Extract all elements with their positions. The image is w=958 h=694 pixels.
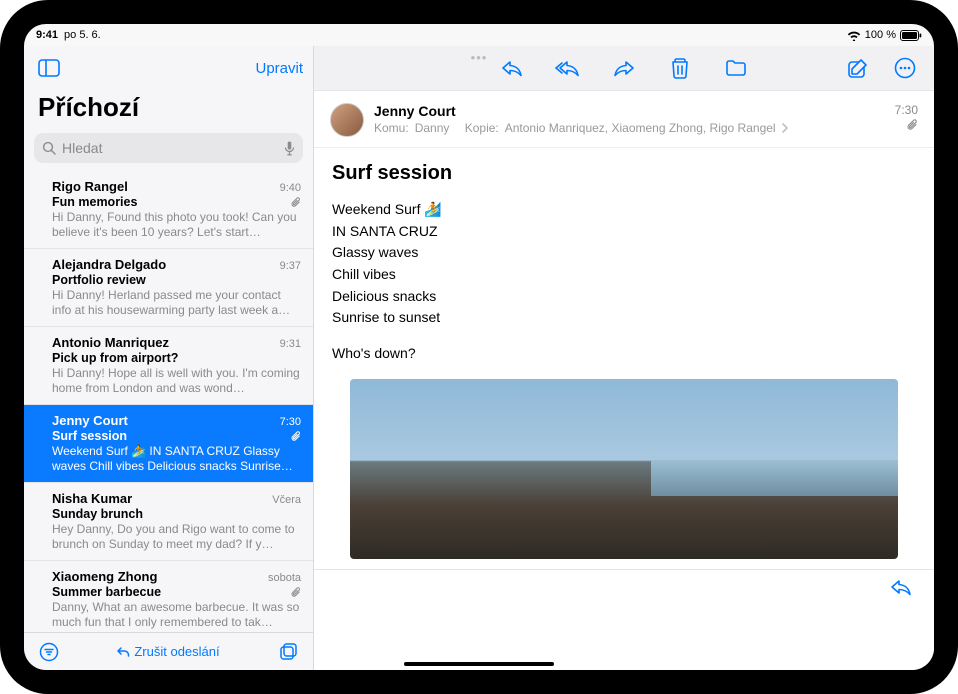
quick-reply-button[interactable] (886, 572, 916, 602)
status-time: 9:41 (36, 29, 58, 41)
edit-button[interactable]: Upravit (255, 60, 303, 77)
status-date: po 5. 6. (64, 29, 101, 41)
battery-icon (900, 30, 922, 41)
message-row[interactable]: Rigo Rangel 9:40 Fun memoriesHi Danny, Fou… (24, 171, 313, 249)
row-time: Včera (272, 494, 301, 506)
mail-app: Upravit Příchozí Rigo Rangel 9:40 Fun memo… (24, 46, 934, 670)
message-row[interactable]: Xiaomeng Zhong sobota Summer barbecueDanny… (24, 561, 313, 632)
row-time: 9:31 (280, 338, 301, 350)
row-subject: Surf session (52, 429, 127, 443)
search-field[interactable] (34, 133, 303, 163)
row-sender: Antonio Manriquez (52, 335, 169, 350)
row-subject: Portfolio review (52, 273, 146, 287)
row-time: sobota (268, 572, 301, 584)
cc-label: Kopie: (465, 121, 499, 135)
detail-toolbar (314, 46, 934, 90)
row-subject: Pick up from airport? (52, 351, 178, 365)
status-bar: 9:41 po 5. 6. 100 % (24, 24, 934, 46)
detail-time-area: 7:30 (895, 103, 918, 131)
row-sender: Alejandra Delgado (52, 257, 166, 272)
row-preview: Danny, What an awesome barbecue. It was … (52, 600, 301, 630)
delete-button[interactable] (665, 53, 695, 83)
to-label: Komu: (374, 121, 409, 135)
device-frame: 9:41 po 5. 6. 100 % ••• (0, 0, 958, 694)
cc-value[interactable]: Antonio Manriquez, Xiaomeng Zhong, Rigo … (505, 121, 776, 135)
sidebar-bottom-bar: Zrušit odeslání (24, 632, 313, 670)
row-sender: Jenny Court (52, 413, 128, 428)
attachment-image[interactable] (350, 379, 898, 559)
message-row[interactable]: Alejandra Delgado 9:37 Portfolio reviewHi … (24, 249, 313, 327)
home-indicator[interactable] (404, 662, 554, 666)
attachment-icon (291, 587, 301, 598)
row-preview: Hi Danny, Found this photo you took! Can… (52, 210, 301, 240)
detail-time: 7:30 (895, 103, 918, 117)
attachment-icon (291, 431, 301, 442)
detail-subject: Surf session (314, 148, 934, 193)
row-sender: Rigo Rangel (52, 179, 128, 194)
message-header[interactable]: Jenny Court Komu: Danny Kopie: Antonio M… (314, 91, 934, 148)
reply-button[interactable] (497, 53, 527, 83)
row-preview: Hi Danny! Hope all is well with you. I'm… (52, 366, 301, 396)
message-row[interactable]: Antonio Manriquez 9:31 Pick up from airpor… (24, 327, 313, 405)
row-subject: Fun memories (52, 195, 137, 209)
search-input[interactable] (62, 140, 278, 156)
dictation-icon[interactable] (284, 141, 295, 156)
chevron-right-icon[interactable] (782, 123, 789, 133)
row-preview: Weekend Surf 🏄 IN SANTA CRUZ Glassy wave… (52, 444, 301, 474)
undo-icon (117, 646, 130, 658)
to-value[interactable]: Danny (415, 121, 450, 135)
toggle-sidebar-button[interactable] (34, 53, 64, 83)
sidebar: Upravit Příchozí Rigo Rangel 9:40 Fun memo… (24, 46, 314, 670)
battery-percent: 100 % (865, 29, 896, 41)
undo-send-label: Zrušit odeslání (134, 644, 219, 659)
search-icon (42, 141, 56, 155)
body-block-2: Who's down? (332, 343, 916, 365)
row-sender: Nisha Kumar (52, 491, 132, 506)
detail-pane: Jenny Court Komu: Danny Kopie: Antonio M… (314, 46, 934, 670)
message-list[interactable]: Rigo Rangel 9:40 Fun memoriesHi Danny, Fou… (24, 171, 313, 632)
filter-button[interactable] (34, 637, 64, 667)
detail-bottom-bar (314, 569, 934, 605)
row-time: 9:37 (280, 260, 301, 272)
sidebar-toolbar: Upravit (24, 46, 313, 90)
message-body[interactable]: Weekend Surf 🏄 IN SANTA CRUZ Glassy wave… (314, 193, 934, 569)
mailbox-title: Příchozí (24, 90, 313, 129)
screen: 9:41 po 5. 6. 100 % ••• (24, 24, 934, 670)
attachment-icon (895, 119, 918, 131)
row-preview: Hey Danny, Do you and Rigo want to come … (52, 522, 301, 552)
reply-all-button[interactable] (553, 53, 583, 83)
row-subject: Sunday brunch (52, 507, 143, 521)
row-subject: Summer barbecue (52, 585, 161, 599)
row-sender: Xiaomeng Zhong (52, 569, 157, 584)
attachment-icon (291, 197, 301, 208)
message-card: Jenny Court Komu: Danny Kopie: Antonio M… (314, 90, 934, 670)
move-button[interactable] (721, 53, 751, 83)
row-time: 7:30 (280, 416, 301, 428)
sender-avatar[interactable] (330, 103, 364, 137)
wifi-icon (847, 30, 861, 41)
message-row[interactable]: Jenny Court 7:30 Surf sessionWeekend Surf … (24, 405, 313, 483)
row-time: 9:40 (280, 182, 301, 194)
undo-send-button[interactable]: Zrušit odeslání (117, 644, 219, 659)
compose-button[interactable] (842, 53, 872, 83)
more-button[interactable] (890, 53, 920, 83)
detail-sender[interactable]: Jenny Court (374, 103, 918, 119)
message-row[interactable]: Nisha Kumar Včera Sunday brunchHey Danny, … (24, 483, 313, 561)
row-preview: Hi Danny! Herland passed me your contact… (52, 288, 301, 318)
body-block-1: Weekend Surf 🏄 IN SANTA CRUZ Glassy wave… (332, 199, 916, 329)
forward-button[interactable] (609, 53, 639, 83)
new-window-button[interactable] (273, 637, 303, 667)
